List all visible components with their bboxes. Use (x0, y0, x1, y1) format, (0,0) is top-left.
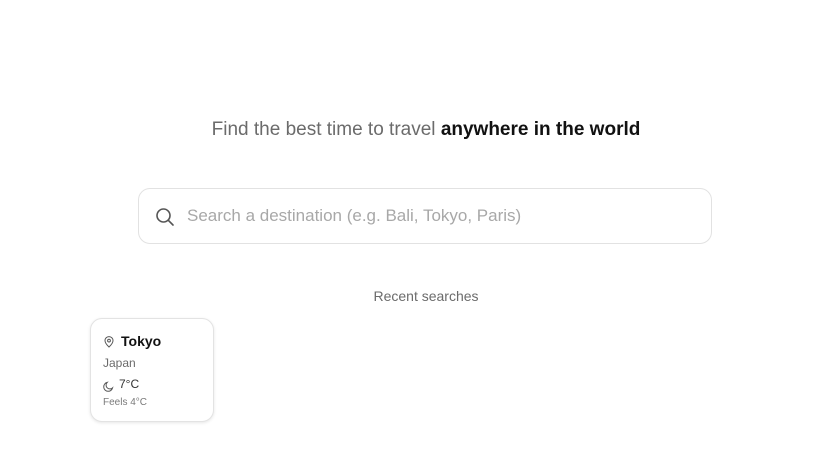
headline-prefix: Find the best time to travel (211, 119, 441, 140)
page: Find the best time to travel anywhere in… (0, 0, 818, 469)
headline: Find the best time to travel anywhere in… (0, 118, 818, 142)
map-pin-icon (103, 335, 115, 348)
moon-icon (103, 379, 114, 392)
headline-emphasis: anywhere in the world (440, 119, 641, 140)
card-city: Tokyo (121, 333, 162, 349)
search-input[interactable] (187, 189, 697, 243)
card-feels-like: Feels 4°C (103, 397, 148, 408)
recent-search-card-tokyo[interactable]: Tokyo Japan 7°C Feels 4°C (90, 318, 214, 422)
search-icon (155, 207, 175, 227)
card-temperature: 7°C (119, 377, 140, 391)
card-country: Japan (103, 356, 136, 370)
search-box[interactable] (138, 188, 712, 244)
recent-searches-label: Recent searches (373, 288, 479, 304)
